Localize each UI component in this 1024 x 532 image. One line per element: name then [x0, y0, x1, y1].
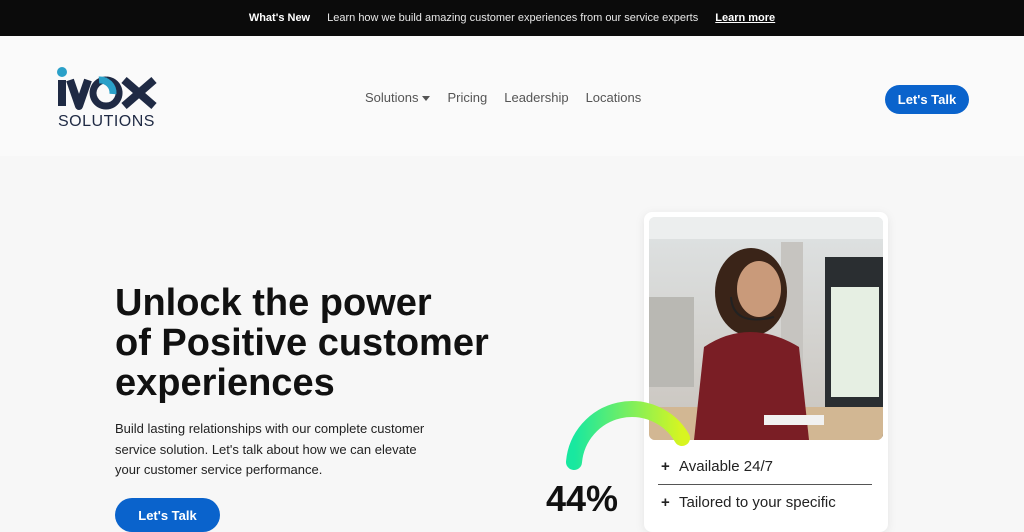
nav-item-solutions[interactable]: Solutions [365, 90, 431, 105]
plus-icon: + [661, 494, 670, 511]
main-nav: Solutions Pricing Leadership Locations [365, 90, 641, 105]
hero-title-line: of Positive customer [115, 322, 489, 364]
hero-lets-talk-button[interactable]: Let's Talk [115, 498, 220, 532]
nav-item-pricing[interactable]: Pricing [447, 90, 487, 105]
divider [658, 484, 872, 485]
announcement-label: What's New [248, 12, 311, 24]
hero-description: Build lasting relationships with our com… [115, 421, 425, 477]
announcement-bar: What's New Learn how we build amazing cu… [0, 0, 1024, 36]
nav-item-locations[interactable]: Locations [586, 90, 642, 105]
hero-title-line: experiences [115, 362, 335, 404]
logo[interactable]: SOLUTIONS [56, 66, 166, 136]
satisfaction-gauge [560, 398, 700, 478]
satisfaction-percent: 44% [546, 478, 619, 519]
learn-more-link[interactable]: Learn more [715, 12, 775, 24]
chevron-down-icon [422, 96, 431, 102]
hero-title-line: Unlock the power [115, 282, 432, 324]
logo-subtitle: SOLUTIONS [58, 113, 155, 130]
hero-title: Unlock the power of Positive customer ex… [115, 283, 545, 403]
feature-item: + Tailored to your specific [661, 494, 836, 511]
lets-talk-button[interactable]: Let's Talk [885, 85, 969, 114]
logo-mark [57, 67, 157, 110]
announcement-message: Learn how we build amazing customer expe… [327, 12, 699, 24]
nav-item-leadership[interactable]: Leadership [504, 90, 568, 105]
